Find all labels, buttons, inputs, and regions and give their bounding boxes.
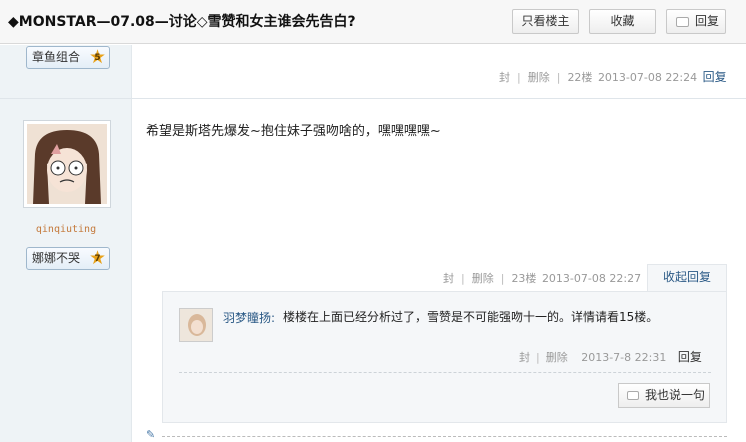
editor-divider [162, 436, 727, 437]
thread-title: ◆MONSTAR—07.08—讨论◇雪赞和女主谁会先告白? [8, 14, 356, 30]
reply-divider [179, 372, 711, 373]
floor-number: 22楼 [567, 71, 593, 84]
meta-separator: | [556, 71, 561, 84]
author-column [0, 45, 132, 442]
post-content: 希望是斯塔先爆发~抱住妹子强吻啥的，嘿嘿嘿嘿~ [146, 124, 441, 139]
add-comment-label: 我也说一句 [645, 388, 706, 402]
meta-separator: | [461, 272, 465, 285]
reply-link[interactable]: 回复 [678, 350, 702, 364]
meta-separator: | [500, 272, 505, 285]
post-meta: 封 | 删除 | 23楼 2013-07-08 22:27 [442, 270, 642, 286]
reply-meta: 封 | 删除 2013-7-8 22:31 回复 [519, 348, 702, 365]
badge-level: 7 [94, 254, 101, 264]
add-comment-button[interactable]: 我也说一句 [618, 383, 710, 408]
post-meta: 封 | 删除 | 22楼 2013-07-08 22:24 回复 [498, 68, 728, 85]
delete-link[interactable]: 删除 [472, 272, 494, 285]
post-time: 2013-07-08 22:27 [541, 272, 642, 285]
ban-link[interactable]: 封 [443, 272, 454, 285]
ban-link[interactable]: 封 [499, 71, 510, 84]
reply-content: 楼楼在上面已经分析过了，雪赞是不可能强吻十一的。详情请看15楼。 [283, 310, 659, 324]
delete-link[interactable]: 删除 [546, 351, 568, 364]
avatar-image [27, 124, 107, 204]
avatar[interactable] [23, 120, 111, 208]
floor-number: 23楼 [511, 272, 537, 285]
meta-separator: | [536, 351, 540, 364]
member-badge[interactable]: 娜娜不哭 ★ 7 [26, 247, 110, 270]
thread-header: ◆MONSTAR—07.08—讨论◇雪赞和女主谁会先告白? 只看楼主 收藏 回复 [0, 0, 746, 44]
meta-separator: | [517, 71, 521, 84]
reply-thread-button[interactable]: 回复 [666, 9, 726, 34]
member-badge[interactable]: 章鱼组合 ★ 5 [26, 46, 110, 69]
collapse-replies-button[interactable]: 收起回复 [647, 264, 727, 291]
delete-link[interactable]: 删除 [528, 71, 550, 84]
author-only-button[interactable]: 只看楼主 [512, 9, 579, 34]
badge-label: 娜娜不哭 [32, 251, 81, 265]
post-username[interactable]: qinqiuting [0, 224, 132, 235]
speech-bubble-icon [627, 391, 639, 400]
pencil-icon: ✎ [146, 428, 156, 441]
reply-thread-label: 回复 [694, 14, 719, 28]
post-time: 2013-07-08 22:24 [597, 71, 698, 84]
reply-avatar[interactable] [179, 308, 213, 342]
badge-label: 章鱼组合 [32, 50, 81, 64]
reply-time: 2013-7-8 22:31 [581, 351, 667, 364]
speech-bubble-icon [676, 17, 689, 27]
ban-link[interactable]: 封 [519, 351, 530, 364]
reply-panel: 羽梦瞳扬: 楼楼在上面已经分析过了，雪赞是不可能强吻十一的。详情请看15楼。 封… [162, 291, 727, 423]
post-divider [0, 98, 746, 99]
badge-level: 5 [94, 53, 101, 63]
favorite-button[interactable]: 收藏 [589, 9, 656, 34]
reply-link[interactable]: 回复 [703, 70, 727, 84]
